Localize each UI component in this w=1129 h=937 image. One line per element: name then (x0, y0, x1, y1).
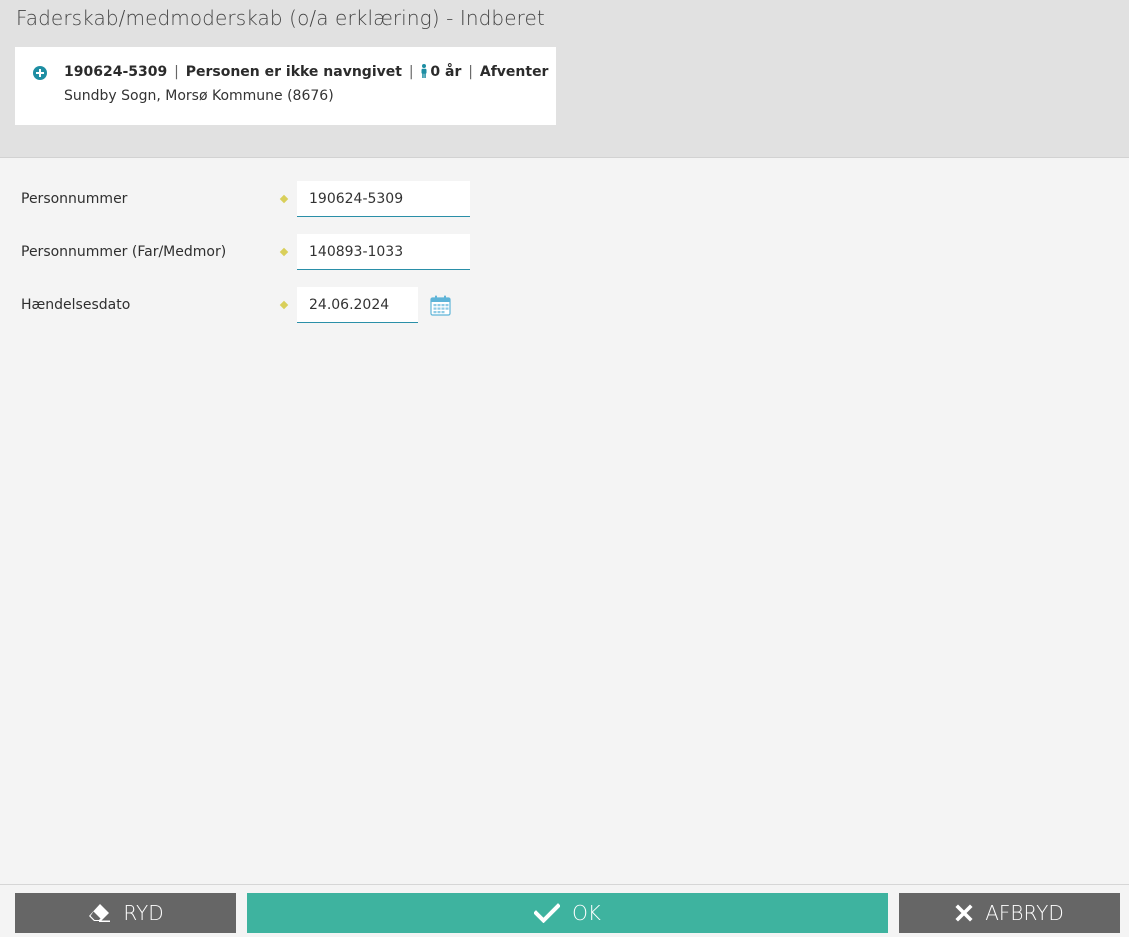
haendelsesdato-input[interactable] (297, 287, 418, 323)
page-header: Faderskab/medmoderskab (o/a erklæring) -… (0, 0, 1129, 158)
check-icon (534, 903, 561, 923)
personnummer-far-medmor-label: Personnummer (Far/Medmor) (21, 244, 227, 260)
person-age: 0 år (430, 64, 462, 80)
ryd-button-label: RYD (123, 901, 164, 925)
personnummer-input[interactable] (297, 181, 470, 217)
eraser-icon (89, 904, 111, 922)
form-row-personnummer-far-medmor: Personnummer (Far/Medmor) (0, 234, 600, 272)
person-name: Personen er ikke navngivet (185, 64, 402, 80)
ryd-button[interactable]: RYD (15, 893, 236, 933)
person-icon (421, 64, 427, 78)
form-row-personnummer: Personnummer (0, 181, 600, 219)
separator: | (408, 64, 414, 80)
personnummer-far-medmor-input[interactable] (297, 234, 470, 270)
separator: | (174, 64, 179, 80)
ok-button-label: OK (572, 901, 601, 925)
calendar-icon[interactable] (430, 295, 451, 316)
personnummer-label: Personnummer (21, 191, 128, 207)
person-cpr: 190624-5309 (64, 64, 168, 80)
action-footer: RYD OK AFBRYD (0, 884, 1129, 937)
person-summary: 190624-5309 | Personen er ikke navngivet… (64, 64, 548, 80)
afbryd-button[interactable]: AFBRYD (899, 893, 1120, 933)
page-title: Faderskab/medmoderskab (o/a erklæring) -… (16, 6, 545, 30)
plus-circle-icon[interactable] (33, 66, 47, 80)
haendelsesdato-label: Hændelsesdato (21, 297, 131, 313)
person-status: Afventer (479, 64, 549, 80)
required-marker (279, 194, 289, 204)
required-marker (279, 247, 289, 257)
close-icon (955, 904, 973, 922)
separator: | (468, 64, 473, 80)
afbryd-button-label: AFBRYD (985, 901, 1064, 925)
person-card: 190624-5309 | Personen er ikke navngivet… (15, 47, 556, 125)
ok-button[interactable]: OK (247, 893, 888, 933)
form-row-haendelsesdato: Hændelsesdato (0, 287, 600, 325)
required-marker (279, 300, 289, 310)
person-location: Sundby Sogn, Morsø Kommune (8676) (64, 88, 334, 104)
